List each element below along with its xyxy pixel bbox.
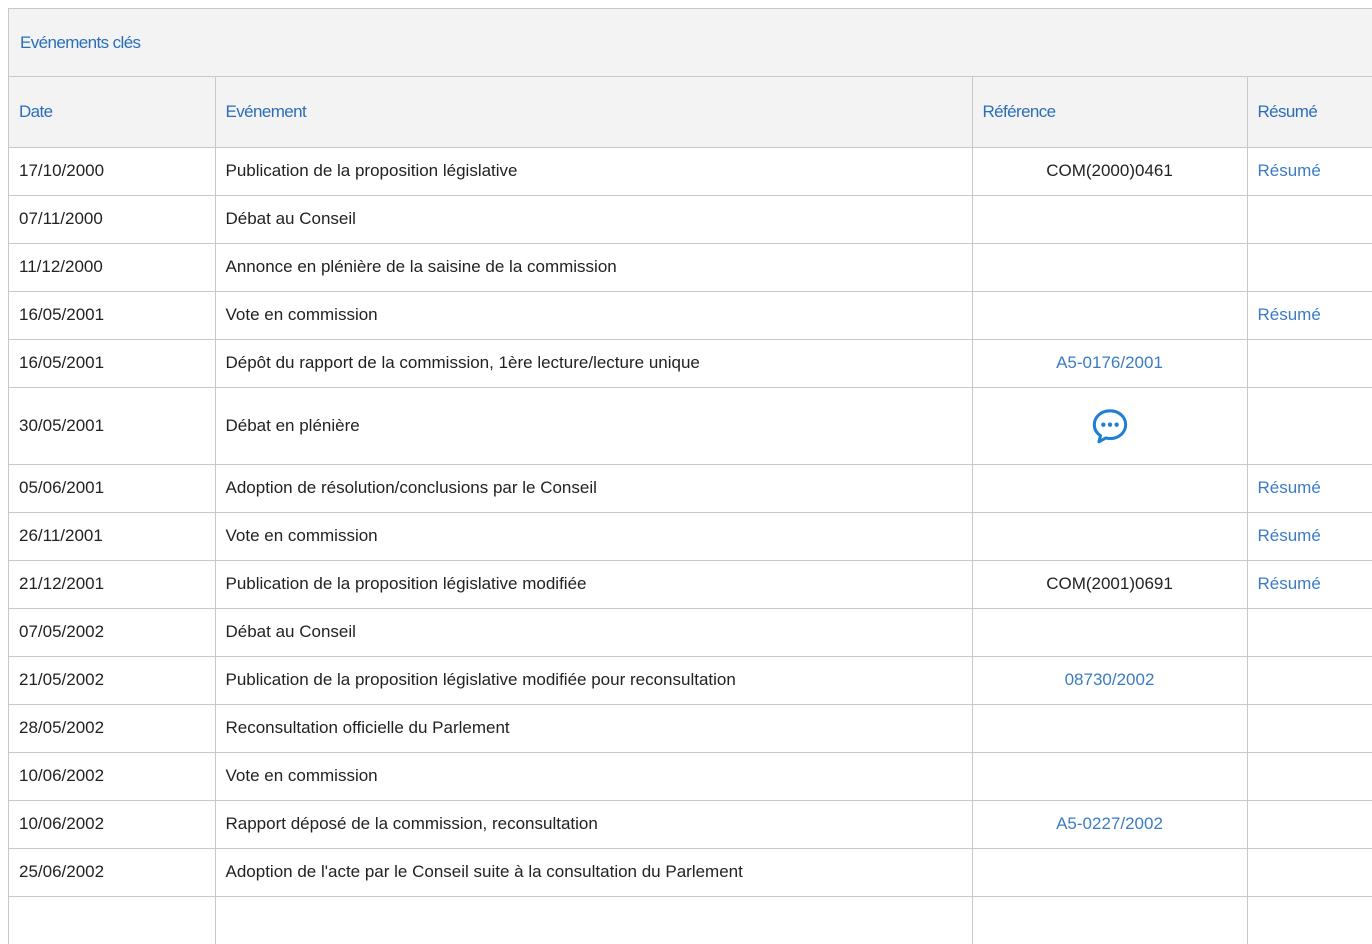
table-header-row: Date Evénement Référence Résumé bbox=[9, 77, 1372, 148]
row-event: Vote en commission bbox=[215, 752, 973, 801]
reference-link[interactable]: A5-0227/2002 bbox=[1056, 814, 1163, 833]
empty-cell bbox=[9, 896, 216, 944]
row-reference bbox=[972, 752, 1248, 801]
row-reference: COM(2001)0691 bbox=[972, 560, 1248, 609]
row-reference bbox=[972, 512, 1248, 561]
row-summary bbox=[1247, 800, 1372, 849]
row-reference bbox=[972, 608, 1248, 657]
reference-link[interactable]: 08730/2002 bbox=[1065, 670, 1155, 689]
row-date: 05/06/2001 bbox=[9, 464, 216, 513]
empty-cell bbox=[1247, 896, 1372, 944]
summary-link[interactable]: Résumé bbox=[1258, 161, 1321, 180]
table-row: 30/05/2001 Débat en plénière bbox=[9, 387, 1372, 465]
table-row: 21/05/2002 Publication de la proposition … bbox=[9, 656, 1372, 705]
summary-link[interactable]: Résumé bbox=[1258, 305, 1321, 324]
row-date: 17/10/2000 bbox=[9, 147, 216, 196]
row-reference: 08730/2002 bbox=[972, 656, 1248, 705]
row-reference bbox=[972, 195, 1248, 244]
column-header-event: Evénement bbox=[215, 77, 973, 148]
key-events-table: Date Evénement Référence Résumé 17/10/20… bbox=[9, 77, 1372, 944]
summary-link[interactable]: Résumé bbox=[1258, 574, 1321, 593]
table-row: 07/11/2000 Débat au Conseil bbox=[9, 195, 1372, 244]
row-date: 10/06/2002 bbox=[9, 752, 216, 801]
row-event: Reconsultation officielle du Parlement bbox=[215, 704, 973, 753]
row-summary bbox=[1247, 704, 1372, 753]
empty-cell bbox=[215, 896, 973, 944]
row-date: 25/06/2002 bbox=[9, 848, 216, 897]
row-event: Rapport déposé de la commission, reconsu… bbox=[215, 800, 973, 849]
panel-title: Evénements clés bbox=[9, 9, 1372, 77]
row-date: 21/12/2001 bbox=[9, 560, 216, 609]
row-summary: Résumé bbox=[1247, 291, 1372, 340]
table-row: 10/06/2002 Vote en commission bbox=[9, 752, 1372, 801]
row-event: Publication de la proposition législativ… bbox=[215, 147, 973, 196]
row-event: Débat au Conseil bbox=[215, 195, 973, 244]
row-event: Publication de la proposition législativ… bbox=[215, 656, 973, 705]
table-row: 10/06/2002 Rapport déposé de la commissio… bbox=[9, 800, 1372, 849]
table-row: 16/05/2001 Vote en commission Résumé bbox=[9, 291, 1372, 340]
row-date: 16/05/2001 bbox=[9, 291, 216, 340]
column-header-summary: Résumé bbox=[1247, 77, 1372, 148]
row-event: Annonce en plénière de la saisine de la … bbox=[215, 243, 973, 292]
row-reference bbox=[972, 387, 1248, 465]
row-reference bbox=[972, 464, 1248, 513]
row-reference: COM(2000)0461 bbox=[972, 147, 1248, 196]
chat-bubble-icon bbox=[1092, 408, 1127, 443]
row-reference: A5-0227/2002 bbox=[972, 800, 1248, 849]
row-event: Débat en plénière bbox=[215, 387, 973, 465]
table-row: 16/05/2001 Dépôt du rapport de la commiss… bbox=[9, 339, 1372, 388]
row-summary bbox=[1247, 848, 1372, 897]
row-summary: Résumé bbox=[1247, 512, 1372, 561]
table-row: 21/12/2001 Publication de la proposition … bbox=[9, 560, 1372, 609]
row-reference bbox=[972, 848, 1248, 897]
summary-link[interactable]: Résumé bbox=[1258, 478, 1321, 497]
table-row: 11/12/2000 Annonce en plénière de la sais… bbox=[9, 243, 1372, 292]
row-date: 10/06/2002 bbox=[9, 800, 216, 849]
table-row: 26/11/2001 Vote en commission Résumé bbox=[9, 512, 1372, 561]
row-summary bbox=[1247, 339, 1372, 388]
row-reference bbox=[972, 704, 1248, 753]
row-event: Dépôt du rapport de la commission, 1ère … bbox=[215, 339, 973, 388]
table-row bbox=[9, 896, 1372, 944]
row-summary: Résumé bbox=[1247, 147, 1372, 196]
row-event: Vote en commission bbox=[215, 512, 973, 561]
table-body: 17/10/2000 Publication de la proposition … bbox=[9, 147, 1372, 944]
row-summary: Résumé bbox=[1247, 464, 1372, 513]
row-summary bbox=[1247, 243, 1372, 292]
row-summary bbox=[1247, 608, 1372, 657]
reference-link[interactable]: A5-0176/2001 bbox=[1056, 353, 1163, 372]
row-summary bbox=[1247, 195, 1372, 244]
row-event: Publication de la proposition législativ… bbox=[215, 560, 973, 609]
row-date: 07/05/2002 bbox=[9, 608, 216, 657]
row-date: 11/12/2000 bbox=[9, 243, 216, 292]
row-reference bbox=[972, 243, 1248, 292]
table-row: 07/05/2002 Débat au Conseil bbox=[9, 608, 1372, 657]
row-event: Vote en commission bbox=[215, 291, 973, 340]
row-event: Adoption de résolution/conclusions par l… bbox=[215, 464, 973, 513]
key-events-panel: Evénements clés Date Evénement Référence… bbox=[8, 8, 1372, 944]
row-reference: A5-0176/2001 bbox=[972, 339, 1248, 388]
row-event: Adoption de l'acte par le Conseil suite … bbox=[215, 848, 973, 897]
table-row: 25/06/2002 Adoption de l'acte par le Cons… bbox=[9, 848, 1372, 897]
row-reference bbox=[972, 291, 1248, 340]
row-summary bbox=[1247, 656, 1372, 705]
row-date: 26/11/2001 bbox=[9, 512, 216, 561]
column-header-reference: Référence bbox=[972, 77, 1248, 148]
row-date: 16/05/2001 bbox=[9, 339, 216, 388]
row-summary bbox=[1247, 752, 1372, 801]
table-row: 17/10/2000 Publication de la proposition … bbox=[9, 147, 1372, 196]
row-event: Débat au Conseil bbox=[215, 608, 973, 657]
row-date: 07/11/2000 bbox=[9, 195, 216, 244]
column-header-date: Date bbox=[9, 77, 216, 148]
table-row: 28/05/2002 Reconsultation officielle du P… bbox=[9, 704, 1372, 753]
table-row: 05/06/2001 Adoption de résolution/conclus… bbox=[9, 464, 1372, 513]
summary-link[interactable]: Résumé bbox=[1258, 526, 1321, 545]
row-summary bbox=[1247, 387, 1372, 465]
row-date: 30/05/2001 bbox=[9, 387, 216, 465]
row-summary: Résumé bbox=[1247, 560, 1372, 609]
row-date: 21/05/2002 bbox=[9, 656, 216, 705]
debate-link[interactable] bbox=[1091, 408, 1129, 443]
row-date: 28/05/2002 bbox=[9, 704, 216, 753]
empty-cell bbox=[972, 896, 1248, 944]
